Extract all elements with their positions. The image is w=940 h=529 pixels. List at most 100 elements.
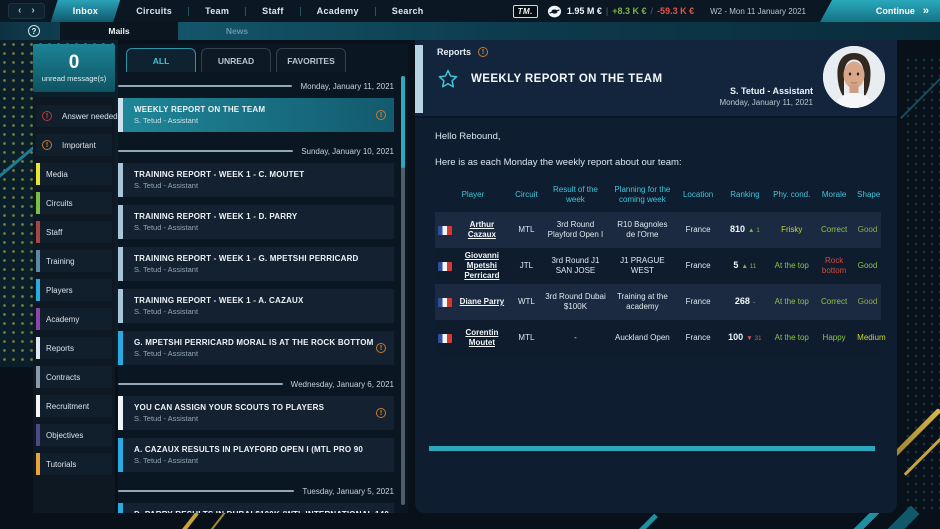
mail-title: TRAINING REPORT - WEEK 1 - D. PARRY — [134, 212, 394, 221]
mail-list-item[interactable]: TRAINING REPORT - WEEK 1 - D. PARRYS. Te… — [118, 205, 394, 239]
main-tab-inbox[interactable]: Inbox — [51, 0, 121, 22]
flag-icon-france — [438, 298, 452, 307]
sidebar-item-academy[interactable]: Academy — [36, 308, 112, 330]
column-header: Planning for the coming week — [609, 185, 676, 205]
category-label: Training — [42, 257, 75, 266]
flag-icon-france — [438, 226, 452, 235]
mail-list-item[interactable]: TRAINING REPORT - WEEK 1 - G. MPETSHI PE… — [118, 247, 394, 281]
main-tab-search[interactable]: Search — [376, 0, 440, 22]
sidebar-item-reports[interactable]: Reports — [36, 337, 112, 359]
sub-navigation-bar: ? Mails News — [0, 22, 940, 40]
mail-tab-unread[interactable]: UNREAD — [201, 48, 271, 72]
column-header: Circuit — [511, 190, 542, 200]
mail-tab-all[interactable]: ALL — [126, 48, 196, 72]
planning-cell: J1 PRAGUE WEST — [609, 253, 676, 280]
main-tab-circuits[interactable]: Circuits — [120, 0, 188, 22]
sidebar-item-tutorials[interactable]: Tutorials — [36, 453, 112, 475]
player-name-link[interactable]: Corentin Moutet — [456, 328, 508, 348]
mail-sender: S. Tetud - Assistant — [134, 265, 394, 274]
circuit-cell: MTL — [511, 330, 542, 346]
shape-cell: Good — [854, 222, 881, 238]
category-color-bar — [36, 337, 40, 359]
mail-sidebar: 0 unread message(s) !Answer needed !Impor… — [33, 44, 115, 513]
table-row: Giovanni Mpetshi PerricardJTL3rd Round J… — [435, 248, 881, 284]
tab-news[interactable]: News — [178, 22, 296, 40]
column-header: Morale — [814, 190, 854, 200]
shape-cell: Good — [854, 258, 881, 274]
mail-list-item[interactable]: TRAINING REPORT - WEEK 1 - A. CAZAUXS. T… — [118, 289, 394, 323]
sidebar-item-contracts[interactable]: Contracts — [36, 366, 112, 388]
continue-button[interactable]: Continue » — [820, 0, 940, 22]
diagonal-accent — [616, 514, 658, 529]
table-row: Diane ParryWTL3rd Round Dubai $100KTrain… — [435, 284, 881, 320]
filter-answer-needed[interactable]: !Answer needed — [36, 105, 112, 127]
separator-line — [118, 383, 283, 385]
forward-icon[interactable]: › — [31, 4, 34, 18]
shape-cell: Medium — [854, 330, 881, 346]
sidebar-item-circuits[interactable]: Circuits — [36, 192, 112, 214]
mail-list-item[interactable]: YOU CAN ASSIGN YOUR SCOUTS TO PLAYERSS. … — [118, 396, 394, 430]
separator-line — [118, 490, 294, 492]
player-name-link[interactable]: Diane Parry — [456, 297, 508, 307]
ranking-trend-none: - — [753, 299, 755, 306]
category-color-bar — [36, 395, 40, 417]
morale-cell: Rock bottom — [814, 253, 854, 280]
ranking-cell: 810▲ 1 — [720, 221, 769, 239]
sidebar-item-players[interactable]: Players — [36, 279, 112, 301]
circuit-cell: MTL — [511, 222, 542, 238]
balance-value: 1.95 M € — [567, 6, 602, 16]
diagonal-accent — [904, 431, 940, 476]
mail-list-item[interactable]: A. CAZAUX RESULTS IN PLAYFORD OPEN I (MT… — [118, 438, 394, 472]
important-icon: ! — [376, 408, 386, 418]
column-header: Ranking — [720, 190, 769, 200]
ranking-trend-up: ▲ 1 — [748, 227, 760, 234]
main-tab-team[interactable]: Team — [189, 0, 245, 22]
diagonal-accent — [900, 75, 940, 119]
mail-category-bar — [118, 98, 123, 132]
mail-list-item[interactable]: D. PARRY RESULTS IN DUBAI $100K (WTL INT… — [118, 503, 394, 513]
history-nav: ‹ › — [8, 3, 45, 19]
category-label: Contracts — [42, 373, 80, 382]
mail-list-item[interactable]: G. MPETSHI PERRICARD MORAL IS AT THE ROC… — [118, 331, 394, 365]
sidebar-item-objectives[interactable]: Objectives — [36, 424, 112, 446]
date-separator: Monday, January 11, 2021 — [118, 75, 394, 97]
important-icon: ! — [376, 343, 386, 353]
scrollbar-thumb[interactable] — [401, 76, 405, 168]
filter-important[interactable]: !Important — [36, 134, 112, 156]
money-icon — [547, 4, 562, 19]
category-label: Circuits — [42, 199, 73, 208]
column-header: Shape — [854, 190, 881, 200]
app-window: ‹ › InboxCircuitsTeamStaffAcademySearch … — [0, 0, 940, 529]
category-label: Players — [42, 286, 73, 295]
category-color-bar — [36, 308, 40, 330]
mail-filter-tabs: ALLUNREADFAVORITES — [118, 44, 408, 72]
sidebar-item-recruitment[interactable]: Recruitment — [36, 395, 112, 417]
mail-list-scrollbar[interactable] — [401, 76, 405, 505]
date-separator: Wednesday, January 6, 2021 — [118, 373, 394, 395]
unread-counter: 0 unread message(s) — [33, 44, 115, 92]
sidebar-item-media[interactable]: Media — [36, 163, 112, 185]
tab-mails[interactable]: Mails — [60, 22, 178, 40]
column-header: Result of the week — [542, 185, 609, 205]
separator-date: Tuesday, January 5, 2021 — [302, 487, 394, 496]
mail-list-item[interactable]: TRAINING REPORT - WEEK 1 - C. MOUTETS. T… — [118, 163, 394, 197]
main-tab-academy[interactable]: Academy — [301, 0, 375, 22]
mail-tab-favorites[interactable]: FAVORITES — [276, 48, 346, 72]
flag-icon-france — [438, 262, 452, 271]
category-color-bar — [36, 366, 40, 388]
sidebar-item-staff[interactable]: Staff — [36, 221, 112, 243]
mail-sender: S. Tetud - Assistant — [134, 307, 394, 316]
favorite-star-icon[interactable] — [437, 68, 459, 90]
phy-cond-cell: At the top — [769, 294, 814, 310]
separator: | — [606, 6, 608, 16]
player-name-link[interactable]: Giovanni Mpetshi Perricard — [456, 251, 508, 281]
answer-needed-icon: ! — [42, 111, 52, 121]
sidebar-item-training[interactable]: Training — [36, 250, 112, 272]
player-name-link[interactable]: Arthur Cazaux — [456, 220, 508, 240]
main-tab-staff[interactable]: Staff — [246, 0, 300, 22]
separator-date: Sunday, January 10, 2021 — [301, 147, 394, 156]
game-date: W2 - Mon 11 January 2021 — [710, 7, 806, 16]
mail-list-item[interactable]: WEEKLY REPORT ON THE TEAMS. Tetud - Assi… — [118, 98, 394, 132]
back-icon[interactable]: ‹ — [18, 4, 21, 18]
help-icon[interactable]: ? — [28, 25, 40, 37]
